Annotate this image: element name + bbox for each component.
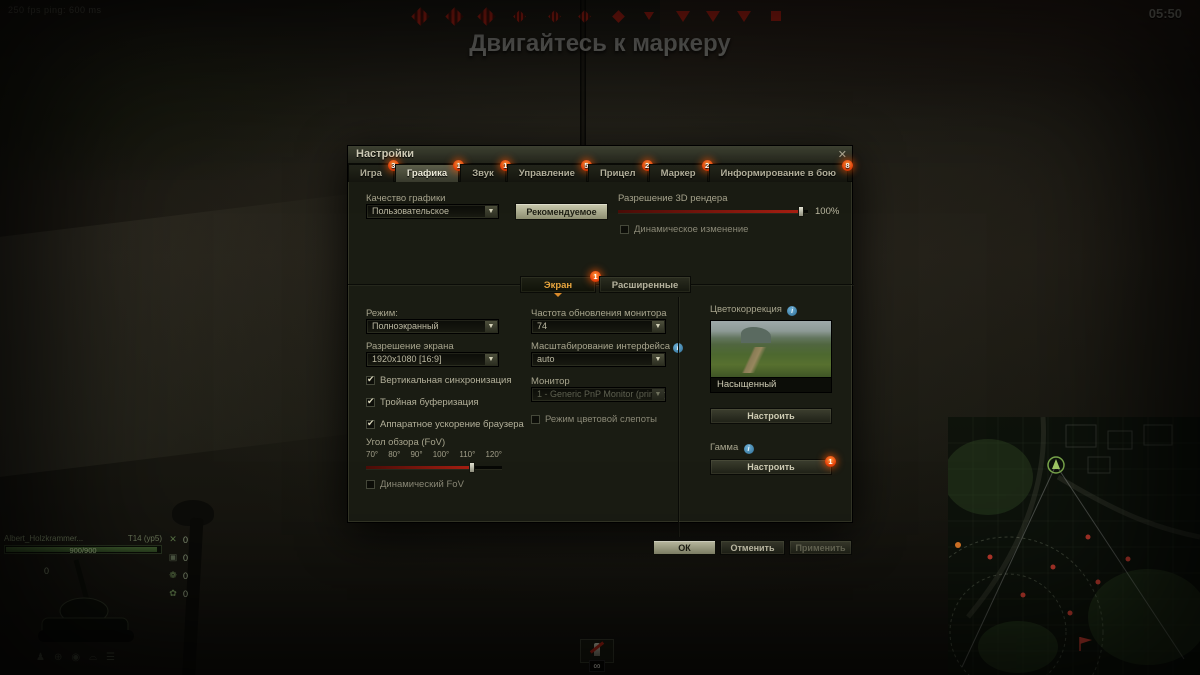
enemy-marker-triangle-icon xyxy=(644,12,654,20)
colorblind-mode-checkbox[interactable]: Режим цветовой слепоты xyxy=(531,414,657,425)
close-icon[interactable]: ✕ xyxy=(838,148,847,161)
battle-timer: 05:50 xyxy=(1148,6,1182,21)
color-preset-name: Насыщенный xyxy=(710,378,832,393)
chevron-down-icon[interactable] xyxy=(485,321,497,332)
mode-label: Режим: xyxy=(366,308,398,319)
vehicle-name: T14 (ур5) xyxy=(127,534,162,543)
color-correction-preview xyxy=(710,320,832,378)
module-status-row: ♟ ⊕ ◉ ⌓ ☰ xyxy=(36,652,115,663)
chevron-down-icon xyxy=(652,389,664,400)
shell-icon xyxy=(594,643,600,656)
info-icon[interactable] xyxy=(787,306,798,316)
enemy-marker-triangle-icon xyxy=(676,11,690,22)
game-screen: { "hud": { "perf": "250 fps ping: 600 ms… xyxy=(0,0,1200,675)
screen-resolution-select[interactable]: 1920x1080 [16:9] xyxy=(366,352,499,367)
minimap[interactable] xyxy=(948,417,1200,675)
tab-battle-notifications[interactable]: Информирование в бою 8 xyxy=(708,160,854,182)
render-resolution-label: Разрешение 3D рендера xyxy=(618,193,728,204)
hardware-acceleration-checkbox[interactable]: Аппаратное ускорение браузера xyxy=(366,418,524,430)
tracks-icon: ☰ xyxy=(106,652,115,663)
gamma-configure-button[interactable]: Настроить 1 xyxy=(710,456,836,475)
enemy-marker-diamond-icon xyxy=(612,10,625,23)
chevron-down-icon[interactable] xyxy=(485,206,497,217)
tab-game[interactable]: Игра 3 xyxy=(348,160,399,182)
info-icon[interactable] xyxy=(743,444,754,454)
enemy-marker-triangle-icon xyxy=(706,11,720,22)
player-panel: Albert_Holzkrammer... T14 (ур5) 900/900 xyxy=(4,534,162,555)
enemy-marker-triangle-icon xyxy=(737,11,751,22)
chevron-down-icon[interactable] xyxy=(652,321,664,332)
enemy-marker-diamond-icon xyxy=(411,7,430,26)
subtab-advanced[interactable]: Расширенные xyxy=(599,276,691,293)
dialog-title: Настройки xyxy=(356,148,415,160)
ui-scale-select[interactable]: auto xyxy=(531,352,666,367)
health-value: 900/900 xyxy=(69,546,97,555)
enemy-marker-diamond-icon xyxy=(477,7,496,26)
refresh-rate-label: Частота обновления монитора xyxy=(531,308,667,319)
tab-marker[interactable]: Маркер 2 xyxy=(648,160,713,182)
monitor-label: Монитор xyxy=(531,376,570,387)
screen-resolution-label: Разрешение экрана xyxy=(366,341,454,352)
settings-tab-bar: Игра 3 Графика 1 Звук 1 Управление 5 Прицел 2… xyxy=(348,160,854,182)
fov-slider[interactable] xyxy=(366,462,502,473)
subtab-screen[interactable]: Экран 1 xyxy=(520,271,601,297)
dialog-body: Качество графики Пользовательское Рекоме… xyxy=(348,182,854,555)
engine-icon: ◉ xyxy=(71,652,81,663)
color-correction-label: Цветокоррекция xyxy=(710,304,798,316)
cancel-button[interactable]: Отменить xyxy=(720,540,785,555)
monitor-select: 1 - Generic PnP Monitor (primary) xyxy=(531,387,666,402)
enemy-marker-diamond-icon xyxy=(513,10,526,23)
graphics-quality-label: Качество графики xyxy=(366,193,446,204)
enemy-marker-diamond-icon xyxy=(445,7,464,26)
wheel-icon: ⊕ xyxy=(53,652,63,663)
ammo-count: ∞ xyxy=(589,660,605,672)
fov-tick-labels: 70° 80° 90° 100° 110° 120° xyxy=(366,450,502,459)
own-tank xyxy=(38,559,134,642)
notification-badge: 8 xyxy=(842,160,854,171)
dynamic-render-checkbox[interactable]: Динамическое изменение xyxy=(620,224,748,235)
spotted-icon: ▣ xyxy=(168,552,178,562)
dialog-header: Настройки ✕ xyxy=(348,146,852,164)
damage-icon: ❁ xyxy=(169,570,177,580)
gamma-label: Гамма xyxy=(710,442,754,454)
enemy-marker-square-icon xyxy=(771,11,781,21)
tab-graphics[interactable]: Графика 1 xyxy=(394,160,465,182)
render-resolution-value: 100% xyxy=(815,206,840,217)
tab-controls[interactable]: Управление 5 xyxy=(506,160,592,182)
assist-icon: ✿ xyxy=(169,588,177,598)
ok-button[interactable]: ОК xyxy=(653,540,716,555)
objective-message: Двигайтесь к маркеру xyxy=(469,30,731,57)
battle-counters: ✕ 0 ▣ 0 ❁ 0 ✿ 0 xyxy=(168,534,189,599)
graphics-quality-select[interactable]: Пользовательское xyxy=(366,204,499,219)
mode-select[interactable]: Полноэкранный xyxy=(366,319,499,334)
slider-handle[interactable] xyxy=(469,462,475,473)
fps-ping-readout: 250 fps ping: 600 ms xyxy=(8,5,102,15)
settings-dialog: Настройки ✕ Игра 3 Графика 1 Звук 1 Управле… xyxy=(347,145,854,555)
dynamic-fov-checkbox[interactable]: Динамический FoV xyxy=(366,479,464,490)
recommended-button[interactable]: Рекомендуемое xyxy=(515,203,608,220)
ally-dot xyxy=(955,542,961,548)
tab-reticle[interactable]: Прицел 2 xyxy=(587,160,653,182)
vsync-checkbox[interactable]: Вертикальная синхронизация xyxy=(366,374,512,386)
kills-icon: ✕ xyxy=(169,534,177,544)
health-bar: 900/900 xyxy=(4,545,162,555)
color-correction-configure-button[interactable]: Настроить xyxy=(710,408,832,424)
apply-button[interactable]: Применить xyxy=(789,540,852,555)
chevron-down-icon[interactable] xyxy=(652,354,664,365)
tab-sound[interactable]: Звук 1 xyxy=(460,160,511,182)
render-resolution-slider[interactable] xyxy=(618,206,808,217)
turret-icon: ⌓ xyxy=(89,652,98,663)
chevron-down-icon[interactable] xyxy=(485,354,497,365)
crew-icon: ♟ xyxy=(36,652,45,663)
slider-handle[interactable] xyxy=(798,206,804,217)
notification-badge: 1 xyxy=(825,456,836,467)
enemy-marker-diamond-icon xyxy=(548,10,561,23)
refresh-rate-select[interactable]: 74 xyxy=(531,319,666,334)
fov-label: Угол обзора (FoV) xyxy=(366,437,446,448)
triple-buffering-checkbox[interactable]: Тройная буферизация xyxy=(366,396,479,408)
player-name: Albert_Holzkrammer... xyxy=(4,534,84,543)
